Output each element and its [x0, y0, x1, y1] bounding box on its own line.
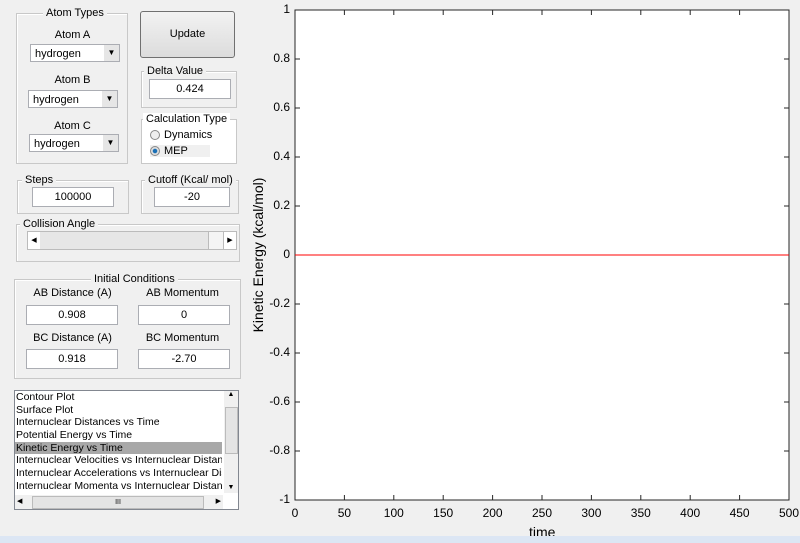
y-tick-label: 0.6	[273, 100, 290, 114]
y-axis-label: Kinetic Energy (kcal/mol)	[250, 177, 266, 333]
y-tick-label: 1	[283, 2, 290, 16]
y-tick-label: -0.6	[269, 394, 290, 408]
x-tick-label: 100	[383, 506, 404, 520]
x-tick-label: 300	[581, 506, 602, 520]
y-tick-label: 0.2	[273, 198, 290, 212]
x-tick-label: 50	[337, 506, 352, 520]
x-tick-label: 400	[680, 506, 701, 520]
x-tick-label: 250	[531, 506, 553, 520]
status-bar	[0, 536, 800, 543]
y-tick-label: 0	[283, 247, 290, 261]
x-tick-label: 500	[778, 506, 800, 520]
x-tick-label: 450	[729, 506, 750, 520]
y-tick-label: -0.4	[269, 345, 290, 359]
x-tick-label: 150	[433, 506, 454, 520]
x-tick-label: 350	[630, 506, 651, 520]
y-tick-label: -1	[279, 492, 290, 506]
x-tick-label: 200	[482, 506, 503, 520]
x-tick-label: 0	[291, 506, 299, 520]
y-tick-label: 0.8	[273, 51, 290, 65]
y-tick-label: -0.2	[269, 296, 290, 310]
y-tick-label: -0.8	[269, 443, 290, 457]
y-tick-label: 0.4	[273, 149, 290, 163]
kinetic-energy-plot	[294, 9, 790, 501]
